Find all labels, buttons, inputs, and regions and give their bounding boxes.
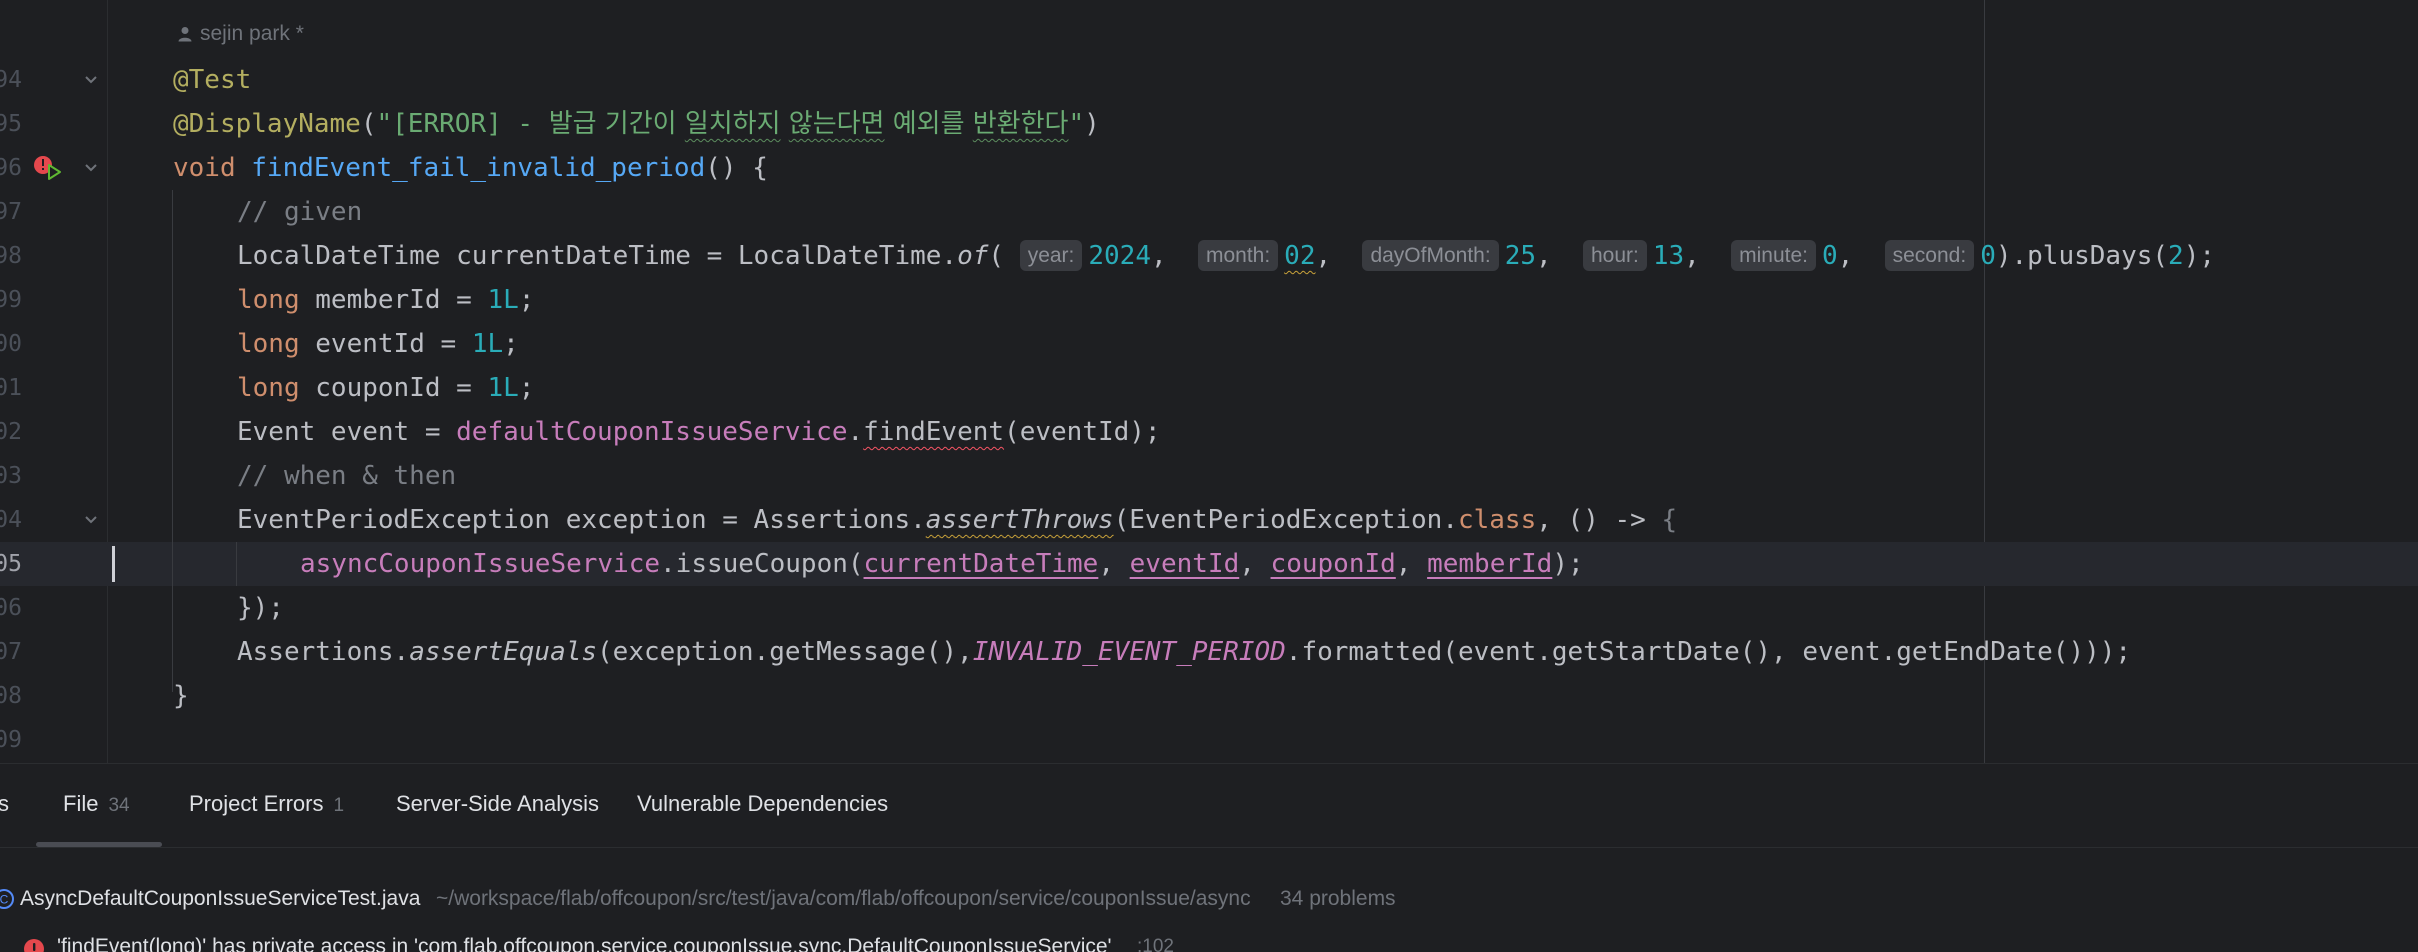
code-line[interactable]: 99 long memberId = 1L; [0, 278, 2418, 322]
line-number: 96 [0, 155, 22, 181]
tab-file[interactable]: File 34 [63, 791, 130, 817]
code-text: // when & then [237, 461, 457, 491]
problem-item[interactable]: 'findEvent(long)' has private access in … [0, 925, 2418, 952]
tab-overflow[interactable]: s [0, 791, 9, 817]
fold-chevron-icon[interactable] [83, 72, 99, 88]
tab-vulnerable-dependencies[interactable]: Vulnerable Dependencies [637, 791, 888, 817]
line-number: 03 [0, 463, 22, 489]
tab-count: 34 [108, 795, 130, 816]
code-text: } [173, 681, 189, 711]
code-text: Event event = defaultCouponIssueService.… [237, 417, 1161, 447]
code-text: EventPeriodException exception = Asserti… [237, 505, 1678, 535]
tab-label: Vulnerable Dependencies [637, 791, 889, 816]
code-line[interactable]: 09 [0, 718, 2418, 762]
line-number: 95 [0, 111, 22, 137]
code-line[interactable]: 96 void findEvent_fail_invalid_period() … [0, 146, 2418, 190]
code-line[interactable]: 00 long eventId = 1L; [0, 322, 2418, 366]
code-text: // given [237, 197, 363, 227]
line-number: 94 [0, 67, 22, 93]
author-name: sejin park * [200, 22, 304, 45]
code-line[interactable]: 98 LocalDateTime currentDateTime = Local… [0, 234, 2418, 278]
line-number: 97 [0, 199, 22, 225]
code-line[interactable]: 02 Event event = defaultCouponIssueServi… [0, 410, 2418, 454]
code-text: long couponId = 1L; [237, 373, 535, 403]
code-line[interactable]: 97 // given [0, 190, 2418, 234]
tab-server-side-analysis[interactable]: Server-Side Analysis [396, 791, 599, 817]
problems-tab-bar: s File 34 Project Errors 1 Server-Side Ana… [0, 764, 2418, 847]
code-text: asyncCouponIssueService.issueCoupon(curr… [300, 549, 1584, 579]
problem-file-name: AsyncDefaultCouponIssueServiceTest.java [20, 887, 421, 910]
tab-label: Project Errors [189, 791, 324, 816]
svg-text:C: C [0, 893, 9, 907]
param-hint-day: dayOfMonth: [1362, 240, 1499, 271]
code-text: long eventId = 1L; [237, 329, 519, 359]
code-line[interactable]: 08 } [0, 674, 2418, 718]
code-text: void findEvent_fail_invalid_period() { [173, 153, 768, 183]
user-icon [178, 27, 192, 42]
code-text: Assertions.assertEquals(exception.getMes… [237, 637, 2132, 667]
problem-count: 34 problems [1280, 887, 1396, 910]
java-class-icon: C [0, 889, 14, 909]
line-number: 98 [0, 243, 22, 269]
tab-label: Server-Side Analysis [396, 791, 599, 816]
code-line[interactable]: 95 @DisplayName("[ERROR] - 발급 기간이 일치하지 않… [0, 102, 2418, 146]
code-editor[interactable]: sejin park * 94 @Test 95 @DisplayName("[… [0, 0, 2418, 763]
line-number: 09 [0, 727, 22, 753]
fold-chevron-icon[interactable] [83, 512, 99, 528]
line-number: 06 [0, 595, 22, 621]
problems-panel: s File 34 Project Errors 1 Server-Side Ana… [0, 763, 2418, 952]
code-line[interactable]: 06 }); [0, 586, 2418, 630]
param-hint-month: month: [1197, 240, 1279, 271]
line-number: 04 [0, 507, 22, 533]
problem-line: :102 [1137, 936, 1174, 952]
error-icon [24, 939, 44, 952]
line-number: 07 [0, 639, 22, 665]
code-text: }); [237, 593, 284, 623]
code-line-current[interactable]: 05 asyncCouponIssueService.issueCoupon(c… [0, 542, 2418, 586]
code-line[interactable]: 94 @Test [0, 58, 2418, 102]
problem-message: 'findEvent(long)' has private access in … [57, 935, 1112, 952]
code-line[interactable]: 04 EventPeriodException exception = Asse… [0, 498, 2418, 542]
tab-separator [0, 847, 2418, 848]
code-line[interactable]: 07 Assertions.assertEquals(exception.get… [0, 630, 2418, 674]
tab-label: s [0, 791, 9, 816]
code-line[interactable]: 01 long couponId = 1L; [0, 366, 2418, 410]
code-author-hint[interactable]: sejin park * [178, 22, 304, 46]
line-number: 01 [0, 375, 22, 401]
problem-file-row[interactable]: C AsyncDefaultCouponIssueServiceTest.jav… [0, 877, 2418, 921]
problem-file-path: ~/workspace/flab/offcoupon/src/test/java… [436, 887, 1251, 910]
code-text: @Test [173, 65, 252, 95]
line-number: 02 [0, 419, 22, 445]
line-number: 99 [0, 287, 22, 313]
param-hint-minute: minute: [1731, 240, 1816, 271]
tab-project-errors[interactable]: Project Errors 1 [189, 791, 344, 817]
line-number: 00 [0, 331, 22, 357]
fold-chevron-icon[interactable] [83, 160, 99, 176]
line-number: 08 [0, 683, 22, 709]
line-number: 05 [0, 551, 22, 577]
param-hint-second: second: [1884, 240, 1975, 271]
tab-label: File [63, 791, 99, 816]
code-text: long memberId = 1L; [237, 285, 535, 315]
tab-count: 1 [333, 795, 345, 816]
code-line[interactable]: 03 // when & then [0, 454, 2418, 498]
code-text: @DisplayName("[ERROR] - 발급 기간이 일치하지 않는다면… [173, 109, 1100, 139]
param-hint-hour: hour: [1582, 240, 1647, 271]
code-text: LocalDateTime currentDateTime = LocalDat… [237, 240, 2215, 271]
param-hint-year: year: [1019, 240, 1083, 271]
